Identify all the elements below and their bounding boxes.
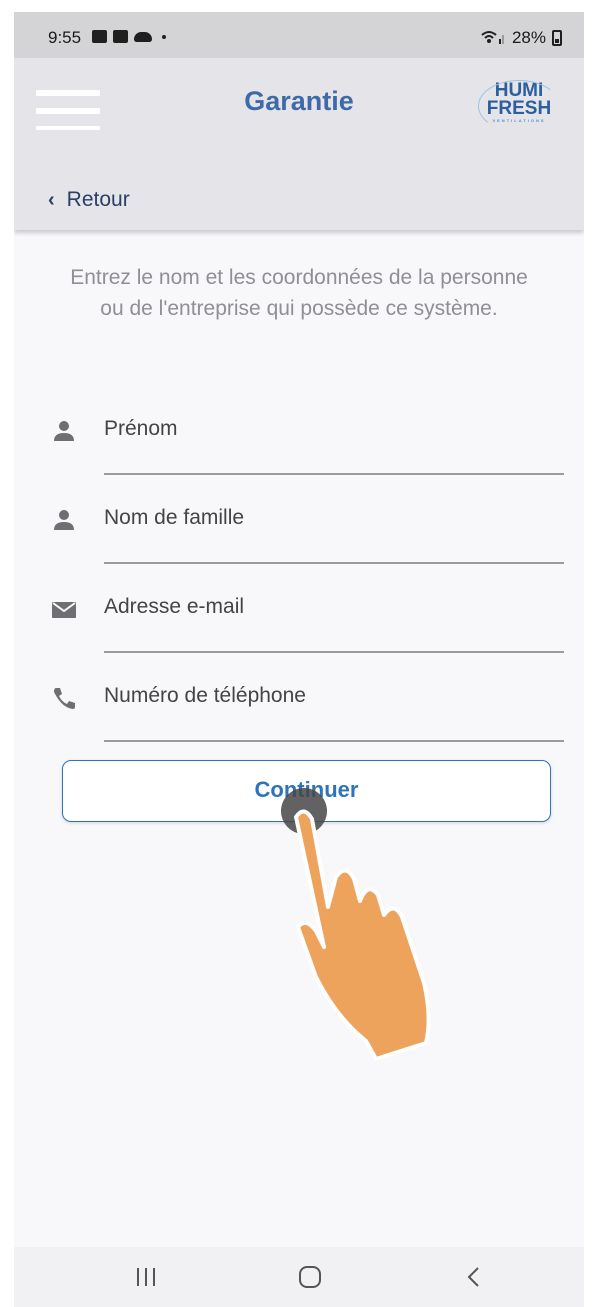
outlook-icon — [113, 30, 128, 43]
email-field[interactable]: Adresse e-mail — [14, 595, 584, 685]
more-notifications-icon — [162, 34, 166, 39]
wifi-icon — [480, 29, 506, 48]
first-name-field[interactable]: Prénom — [14, 417, 584, 507]
home-icon[interactable] — [280, 1257, 340, 1297]
status-time: 9:55 — [48, 28, 82, 47]
email-underline — [104, 651, 564, 653]
back-button[interactable]: ‹ Retour — [48, 188, 130, 212]
intro-text: Entrez le nom et les coordonnées de la p… — [70, 266, 528, 320]
humifresh-logo: HUMI FRESH VENTILATIONS — [476, 76, 562, 132]
status-right: 28% — [480, 28, 562, 48]
back-label: Retour — [66, 188, 130, 211]
battery-percent: 28% — [511, 28, 546, 47]
phone-icon — [50, 684, 78, 712]
email-placeholder: Adresse e-mail — [104, 595, 245, 618]
phone-underline — [104, 740, 564, 742]
last-name-field[interactable]: Nom de famille — [14, 506, 584, 596]
cloud-icon — [134, 31, 152, 42]
back-bar: ‹ Retour — [14, 130, 584, 230]
back-icon[interactable] — [444, 1257, 504, 1297]
first-name-placeholder: Prénom — [104, 417, 178, 440]
app-bar: Garantie HUMI FRESH VENTILATIONS — [14, 58, 584, 132]
phone-placeholder: Numéro de téléphone — [104, 684, 306, 707]
battery-icon — [552, 30, 562, 46]
last-name-placeholder: Nom de famille — [104, 506, 245, 529]
status-bar: 9:55 28% — [14, 12, 584, 58]
pointing-hand-icon — [294, 809, 431, 1061]
last-name-underline — [104, 562, 564, 564]
mail-icon — [50, 595, 78, 623]
chevron-left-icon: ‹ — [48, 188, 55, 211]
person-icon — [50, 417, 78, 445]
person-icon — [50, 506, 78, 534]
phone-screen: 9:55 28% Garantie HUMI FRESH VENTILATION… — [14, 12, 584, 1307]
gallery-icon — [92, 30, 107, 43]
recent-apps-icon[interactable] — [116, 1257, 176, 1297]
system-nav-bar — [14, 1247, 584, 1307]
notification-icons — [92, 30, 166, 43]
first-name-underline — [104, 473, 564, 475]
